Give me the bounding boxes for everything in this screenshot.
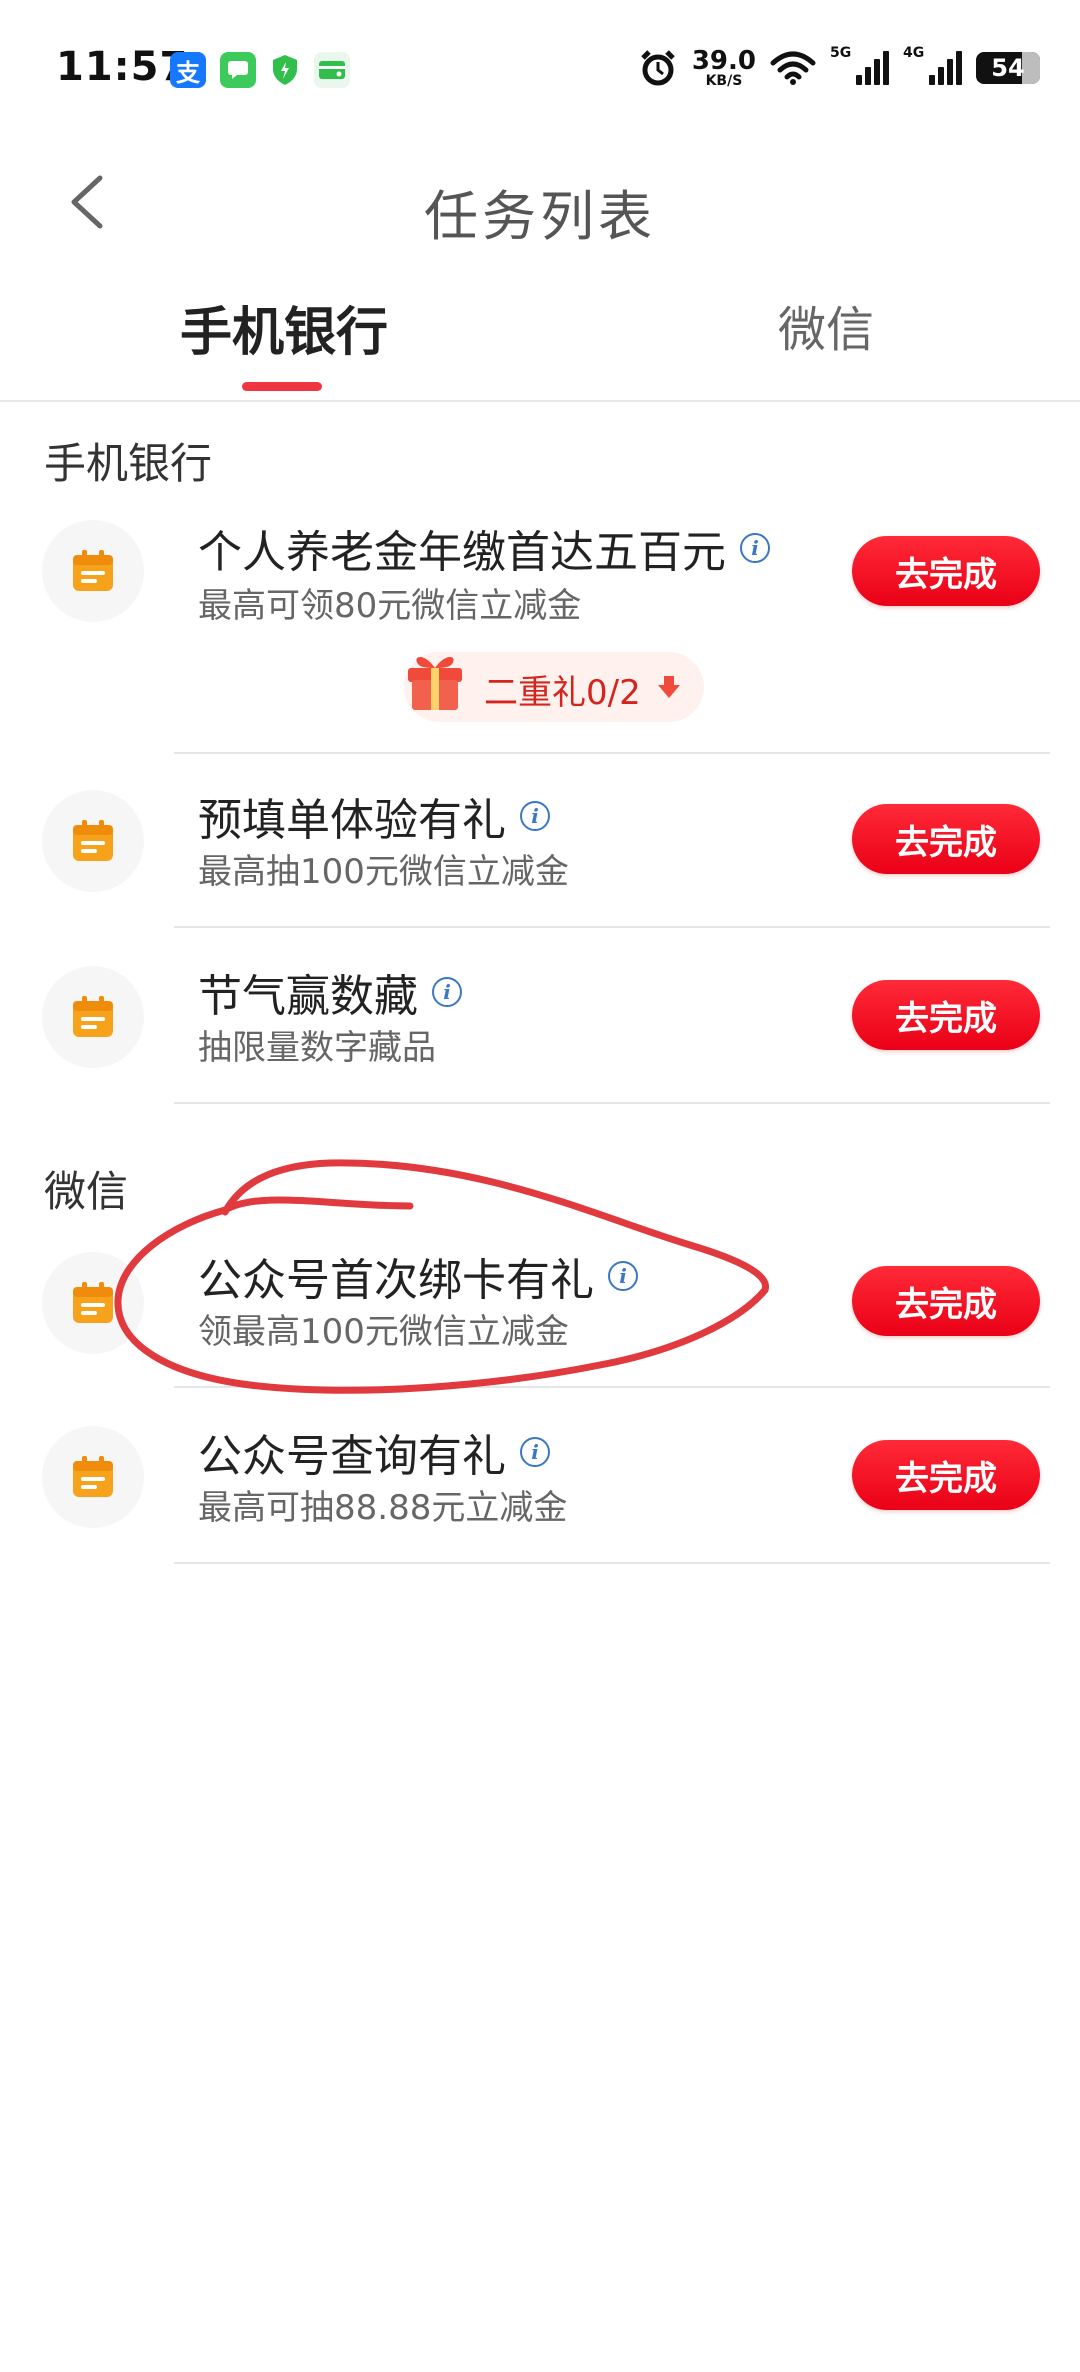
task-subtitle: 最高可领80元微信立减金 bbox=[198, 586, 582, 626]
tab-active-indicator bbox=[242, 382, 322, 391]
divider bbox=[174, 1386, 1050, 1388]
status-bar: 11:57 支 39.0 KB/S 5G 4G 54 bbox=[0, 0, 1080, 140]
wallet-icon bbox=[314, 52, 350, 88]
message-icon bbox=[220, 52, 256, 88]
task-item: 公众号查询有礼 i 最高可抽88.88元立减金 去完成 bbox=[0, 1416, 1080, 1556]
task-calendar-icon bbox=[42, 790, 144, 892]
info-icon[interactable]: i bbox=[520, 801, 550, 831]
task-title: 预填单体验有礼 i bbox=[198, 784, 550, 848]
task-subtitle: 最高抽100元微信立减金 bbox=[198, 852, 569, 892]
task-calendar-icon bbox=[42, 1426, 144, 1528]
task-subtitle: 抽限量数字藏品 bbox=[198, 1028, 436, 1068]
battery-icon: 54 bbox=[976, 52, 1040, 84]
task-calendar-icon bbox=[42, 966, 144, 1068]
task-calendar-icon bbox=[42, 520, 144, 622]
section-title-mobile-banking: 手机银行 bbox=[44, 439, 213, 488]
task-calendar-icon bbox=[42, 1252, 144, 1354]
notification-icons: 支 bbox=[170, 52, 350, 88]
tab-bar: 手机银行 微信 bbox=[0, 270, 1080, 402]
task-item: 预填单体验有礼 i 最高抽100元微信立减金 去完成 bbox=[0, 780, 1080, 920]
complete-task-button[interactable]: 去完成 bbox=[852, 1266, 1040, 1336]
divider bbox=[174, 752, 1050, 754]
arrow-down-icon bbox=[658, 676, 680, 698]
section-title-wechat: 微信 bbox=[44, 1167, 129, 1216]
status-right: 39.0 KB/S 5G 4G 54 bbox=[638, 45, 1040, 89]
status-time: 11:57 bbox=[56, 44, 189, 90]
task-subtitle: 最高可抽88.88元立减金 bbox=[198, 1488, 568, 1528]
net-speed: 39.0 KB/S bbox=[691, 46, 756, 89]
task-subtitle: 领最高100元微信立减金 bbox=[198, 1312, 569, 1352]
wifi-icon bbox=[770, 51, 816, 85]
complete-task-button[interactable]: 去完成 bbox=[852, 980, 1040, 1050]
page-title: 任务列表 bbox=[424, 185, 656, 248]
signal-5g-icon: 5G bbox=[830, 45, 889, 85]
signal-4g-icon: 4G bbox=[903, 45, 962, 85]
divider bbox=[174, 926, 1050, 928]
gift-icon bbox=[408, 657, 462, 710]
divider bbox=[174, 1102, 1050, 1104]
task-title: 公众号查询有礼 i bbox=[198, 1420, 550, 1484]
alipay-icon: 支 bbox=[170, 52, 206, 88]
alarm-icon bbox=[641, 50, 675, 86]
task-item: 公众号首次绑卡有礼 i 领最高100元微信立减金 去完成 bbox=[0, 1240, 1080, 1380]
divider bbox=[174, 1562, 1050, 1564]
complete-task-button[interactable]: 去完成 bbox=[852, 536, 1040, 606]
complete-task-button[interactable]: 去完成 bbox=[852, 1440, 1040, 1510]
shield-icon bbox=[270, 52, 300, 88]
task-item: 个人养老金年缴首达五百元 i 最高可领80元微信立减金 去完成 bbox=[0, 510, 1080, 660]
info-icon[interactable]: i bbox=[432, 977, 462, 1007]
info-icon[interactable]: i bbox=[608, 1261, 638, 1291]
gift-progress-label: 二重礼0/2 bbox=[484, 673, 641, 713]
task-item: 节气赢数藏 i 抽限量数字藏品 去完成 bbox=[0, 956, 1080, 1096]
page-header: 任务列表 bbox=[0, 140, 1080, 260]
gift-progress-badge[interactable]: 二重礼0/2 bbox=[404, 652, 704, 722]
info-icon[interactable]: i bbox=[740, 533, 770, 563]
complete-task-button[interactable]: 去完成 bbox=[852, 804, 1040, 874]
tab-mobile-banking[interactable]: 手机银行 bbox=[180, 290, 388, 365]
task-title: 节气赢数藏 i bbox=[198, 960, 462, 1024]
info-icon[interactable]: i bbox=[520, 1437, 550, 1467]
task-title: 公众号首次绑卡有礼 i bbox=[198, 1244, 638, 1308]
tab-wechat[interactable]: 微信 bbox=[778, 290, 874, 360]
task-title: 个人养老金年缴首达五百元 i bbox=[198, 516, 770, 580]
